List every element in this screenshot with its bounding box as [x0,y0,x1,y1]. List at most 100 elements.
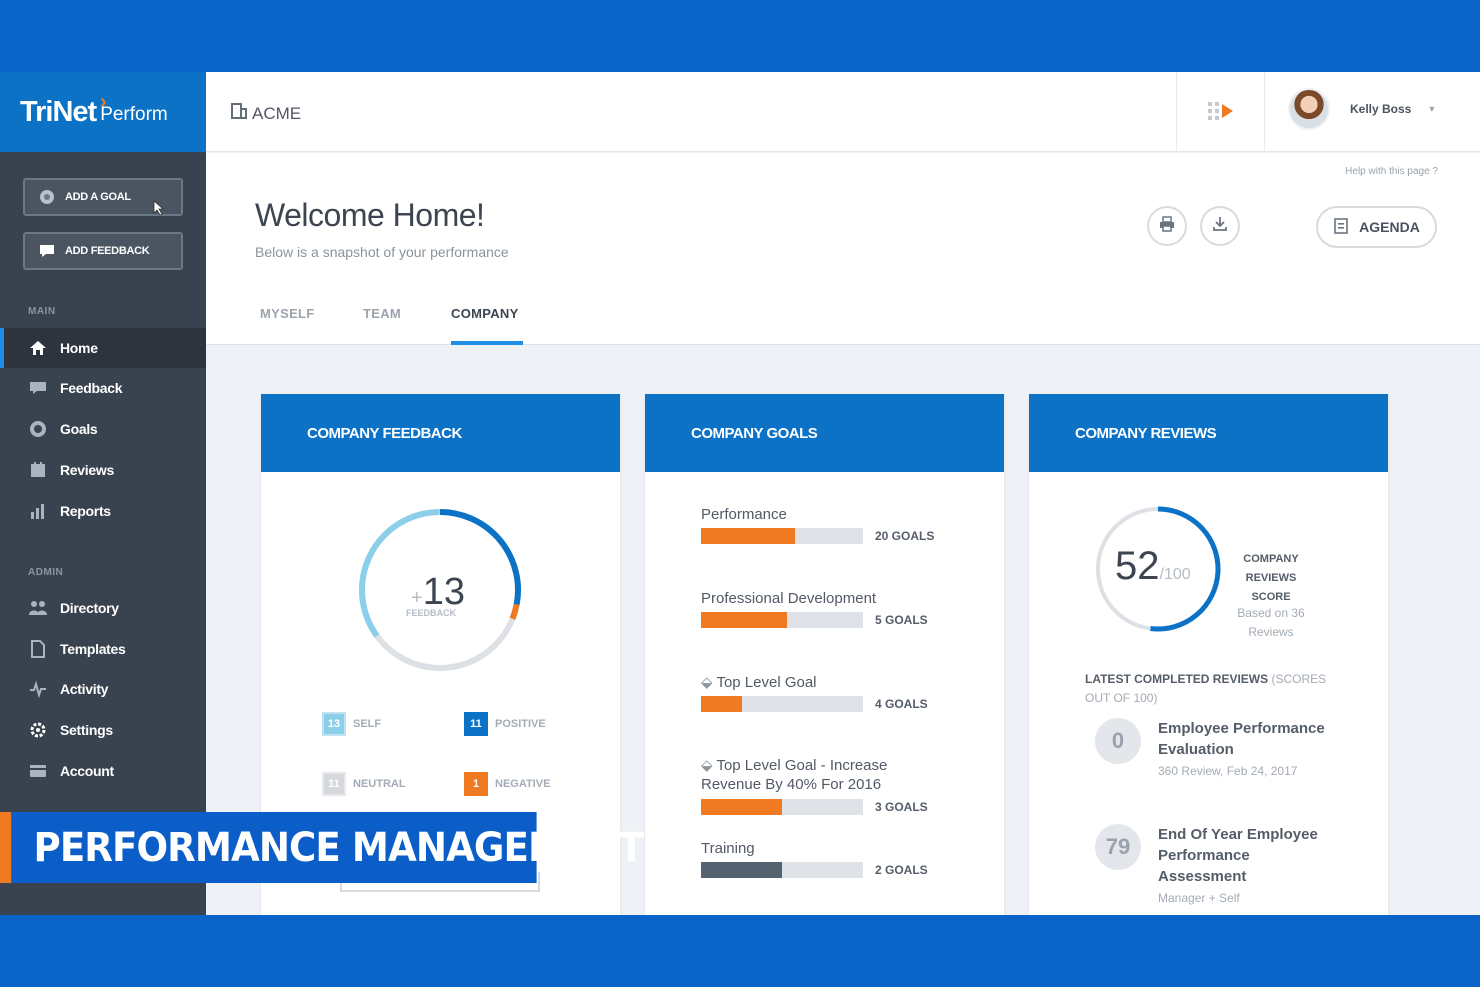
target-icon [28,419,48,439]
add-goal-button[interactable]: ADD A GOAL [23,178,183,216]
sidebar-item-label: Reviews [60,462,114,478]
sidebar-item-templates[interactable]: Templates [0,629,206,669]
main-section-label: MAIN [28,306,56,317]
top-bar: ACME Kelly Boss ▾ [206,72,1480,152]
sidebar-item-reports[interactable]: Reports [0,491,206,531]
app-switcher-icon[interactable] [1206,98,1238,128]
goal-item[interactable]: ⬙ Top Level Goal - Increase Revenue By 4… [701,756,961,815]
goal-label: ⬙ Top Level Goal - Increase Revenue By 4… [701,756,911,794]
review-item[interactable]: 79 End Of Year Employee Performance Asse… [1095,824,1328,905]
goal-label: Professional Development [701,590,877,607]
sidebar-item-account[interactable]: Account [0,751,206,791]
sidebar-item-label: Feedback [60,380,123,396]
sidebar-item-label: Reports [60,503,111,519]
user-name: Kelly Boss [1350,102,1412,116]
tab-team[interactable]: TEAM [363,306,401,321]
goal-label-text: Top Level Goal [716,674,817,691]
cursor-icon [153,200,165,219]
reviews-score: 52 /100 [1115,544,1191,589]
reviews-based-on: Based on 36 Reviews [1237,606,1305,639]
active-tab-indicator [451,341,523,345]
goal-stack-icon: ⬙ [701,674,717,691]
sidebar-item-reviews[interactable]: Reviews [0,450,206,490]
goal-progress-fill [701,612,787,628]
agenda-button[interactable]: AGENDA [1316,206,1437,248]
app-window: TriNet › Perform ADD A GOAL ADD FEEDBACK… [0,72,1480,915]
goal-progress-bar [701,612,863,628]
sidebar-item-label: Directory [60,600,119,616]
download-icon [1212,216,1228,237]
legend-neutral-count: 11 [322,772,346,796]
review-title: End Of Year Employee Performance Assessm… [1158,826,1318,885]
legend-positive-label: POSITIVE [495,718,546,730]
sidebar-item-activity[interactable]: Activity [0,669,206,709]
logo-arrow-icon: › [100,91,107,113]
gear-icon [28,720,48,740]
goal-progress-bar [701,528,863,544]
goal-label: ⬙ Top Level Goal [701,673,961,691]
chat-icon [39,243,55,259]
logo-name: TriNet [20,95,97,128]
pulse-icon [28,679,48,699]
logo[interactable]: TriNet › Perform [0,72,206,152]
print-icon [1159,215,1175,237]
sidebar-item-label: Goals [60,421,98,437]
chat-icon [28,378,48,398]
goal-progress-bar [701,696,863,712]
divider [1264,72,1265,152]
legend-negative-count: 1 [464,772,488,796]
help-link[interactable]: Help with this page ? [1345,166,1438,177]
goal-label: Performance [701,506,787,523]
goal-progress-bar [701,799,863,815]
sidebar-item-home[interactable]: Home [0,328,206,368]
legend-self: 13 SELF [322,712,381,736]
people-icon [28,598,48,618]
print-button[interactable] [1147,206,1187,246]
legend-self-count: 13 [322,712,346,736]
review-item[interactable]: 0 Employee Performance Evaluation 360 Re… [1095,718,1328,778]
page-title: Welcome Home! [255,197,485,233]
card-title: COMPANY GOALS [645,394,1004,472]
legend-neutral-label: NEUTRAL [353,778,406,790]
review-meta: 360 Review, Feb 24, 2017 [1158,764,1298,778]
goal-item[interactable]: Training 2 GOALS [701,840,961,878]
sidebar-item-feedback[interactable]: Feedback [0,368,206,408]
legend-positive: 11 POSITIVE [464,712,546,736]
download-button[interactable] [1200,206,1240,246]
sidebar-item-label: Settings [60,722,113,738]
goal-count: 2 GOALS [875,863,928,877]
reviews-score-label: COMPANY REVIEWS SCORE [1243,553,1299,603]
add-goal-label: ADD A GOAL [65,191,131,203]
goal-progress-fill [701,799,782,815]
divider [1176,72,1177,152]
tab-myself[interactable]: MYSELF [260,306,315,321]
sidebar-item-goals[interactable]: Goals [0,409,206,449]
add-feedback-button[interactable]: ADD FEEDBACK [23,232,183,270]
legend-self-label: SELF [353,718,382,730]
legend-negative-label: NEGATIVE [495,778,551,790]
reviews-score-value: 52 [1115,544,1160,588]
goal-item[interactable]: Performance 20 GOALS [701,506,961,544]
logo-product: Perform [100,104,168,125]
sidebar: TriNet › Perform ADD A GOAL ADD FEEDBACK… [0,72,206,915]
legend-positive-count: 11 [464,712,488,736]
document-icon [28,639,48,659]
sidebar-item-settings[interactable]: Settings [0,710,206,750]
page-header: Help with this page ? Welcome Home! Belo… [206,153,1480,345]
review-score-badge: 79 [1095,824,1141,870]
user-menu[interactable]: Kelly Boss ▾ [1288,88,1434,130]
review-score-badge: 0 [1095,718,1141,764]
sidebar-item-directory[interactable]: Directory [0,588,206,628]
goal-count: 4 GOALS [875,697,928,711]
review-title: Employee Performance Evaluation [1158,720,1325,758]
goal-item[interactable]: ⬙ Top Level Goal 4 GOALS [701,673,961,712]
chevron-down-icon: ▾ [1429,103,1435,115]
goal-item[interactable]: Professional Development 5 GOALS [701,590,961,628]
title-banner: PERFORMANCE MANAGEMENT [0,812,644,883]
org-switcher[interactable]: ACME [230,102,301,125]
building-icon [230,102,248,125]
goal-progress-fill [701,528,795,544]
tab-company[interactable]: COMPANY [451,306,519,321]
legend-neutral: 11 NEUTRAL [322,772,406,796]
card-title: COMPANY REVIEWS [1029,394,1388,472]
